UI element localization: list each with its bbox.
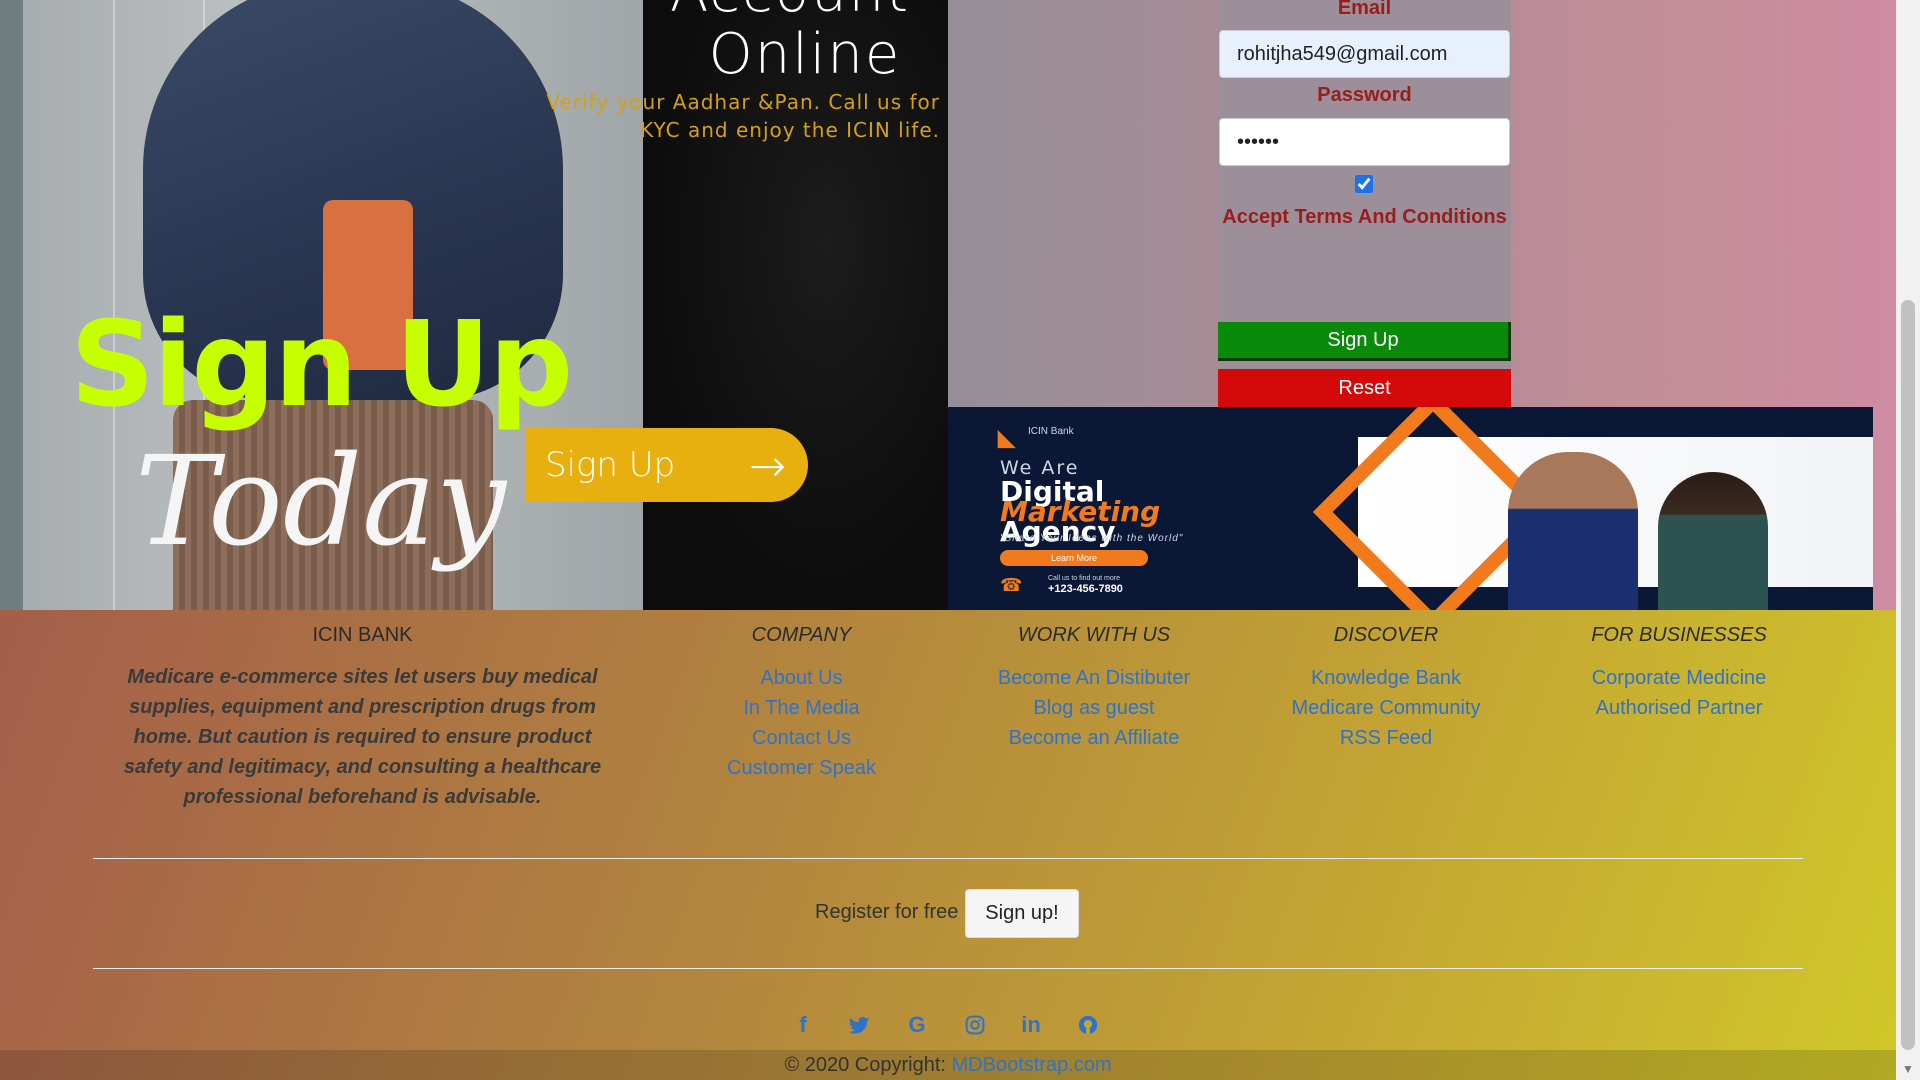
- email-field[interactable]: [1219, 30, 1510, 78]
- terms-label: Accept Terms And Conditions: [1222, 206, 1507, 228]
- footer-link[interactable]: In The Media: [680, 697, 923, 720]
- arrow-right-icon: →: [749, 441, 786, 492]
- github-icon[interactable]: [1073, 1010, 1103, 1040]
- google-icon[interactable]: G: [902, 1010, 932, 1040]
- footer-link[interactable]: Medicare Community: [1262, 697, 1510, 720]
- promo-signup-button[interactable]: Sign Up →: [525, 428, 808, 502]
- ad-learn-more: Learn More: [1000, 550, 1148, 566]
- promo-signup-button-label: Sign Up: [545, 445, 676, 485]
- footer-link[interactable]: RSS Feed: [1262, 727, 1510, 750]
- register-signup-button[interactable]: Sign up!: [965, 889, 1079, 938]
- register-label: Register for free: [815, 901, 959, 923]
- phone-icon: ☎: [1000, 575, 1023, 595]
- terms-checkbox[interactable]: [1355, 175, 1373, 193]
- footer-column-title: COMPANY: [751, 624, 852, 646]
- footer-column-title: FOR BUSINESSES: [1591, 624, 1767, 646]
- kyc-text: Verify your Aadhar &Pan. Call us for KYC…: [546, 90, 940, 142]
- footer-about-text: Medicare e-commerce sites let users buy …: [123, 666, 602, 808]
- facebook-icon[interactable]: f: [788, 1010, 818, 1040]
- top-section: Account Online Verify your Aadhar &Pan. …: [0, 0, 1896, 610]
- footer-column-title: WORK WITH US: [1017, 624, 1171, 646]
- ad-logo-text: ICIN Bank: [1028, 426, 1074, 437]
- ad-woman-photo: [1658, 472, 1768, 610]
- scrollbar-thumb[interactable]: [1901, 300, 1915, 1050]
- ad-man-photo: [1508, 452, 1638, 610]
- footer-divider: [93, 858, 1803, 859]
- copyright-bar: © 2020 Copyright: MDBootstrap.com: [0, 1050, 1896, 1080]
- footer-link[interactable]: About Us: [680, 667, 923, 690]
- email-label: Email: [1337, 0, 1392, 19]
- promo-today-text: Today: [135, 430, 507, 574]
- ad-logo-icon: ◣: [998, 425, 1015, 450]
- signup-button[interactable]: Sign Up: [1218, 322, 1511, 361]
- ad-banner[interactable]: ◣ ICIN Bank We Are Digital Marketing Age…: [948, 407, 1873, 610]
- copyright-link[interactable]: MDBootstrap.com: [952, 1054, 1112, 1076]
- footer-link[interactable]: Knowledge Bank: [1262, 667, 1510, 690]
- ad-phone-label: Call us to find out more: [1048, 575, 1120, 582]
- reset-button[interactable]: Reset: [1218, 369, 1511, 407]
- footer-link[interactable]: Become an Affiliate: [970, 727, 1218, 750]
- scroll-down-arrow-icon[interactable]: ▼: [1896, 1058, 1920, 1080]
- twitter-icon[interactable]: [844, 1010, 874, 1040]
- password-field[interactable]: [1219, 118, 1510, 166]
- promo-signup-title: Sign Up: [70, 295, 573, 433]
- ad-phone: +123-456-7890: [1048, 583, 1123, 595]
- footer-column-title: DISCOVER: [1333, 624, 1439, 646]
- footer-link[interactable]: Corporate Medicine: [1555, 667, 1803, 690]
- password-label: Password: [1317, 84, 1412, 106]
- instagram-icon[interactable]: [960, 1010, 990, 1040]
- copyright-text: © 2020 Copyright:: [784, 1054, 946, 1076]
- footer: ICIN BANK Medicare e-commerce sites let …: [0, 610, 1896, 1080]
- footer-link[interactable]: Contact Us: [680, 727, 923, 750]
- footer-link[interactable]: Customer Speak: [680, 757, 923, 780]
- footer-brand-title: ICIN BANK: [312, 624, 413, 646]
- footer-link[interactable]: Blog as guest: [970, 697, 1218, 720]
- ad-tagline: "Share Your Ideas with the World": [1000, 533, 1184, 544]
- promo-headline-line2: Online: [708, 22, 902, 87]
- footer-link[interactable]: Authorised Partner: [1555, 697, 1803, 720]
- footer-divider: [93, 968, 1803, 969]
- footer-link[interactable]: Become An Distibuter: [970, 667, 1218, 690]
- linkedin-icon[interactable]: in: [1016, 1010, 1046, 1040]
